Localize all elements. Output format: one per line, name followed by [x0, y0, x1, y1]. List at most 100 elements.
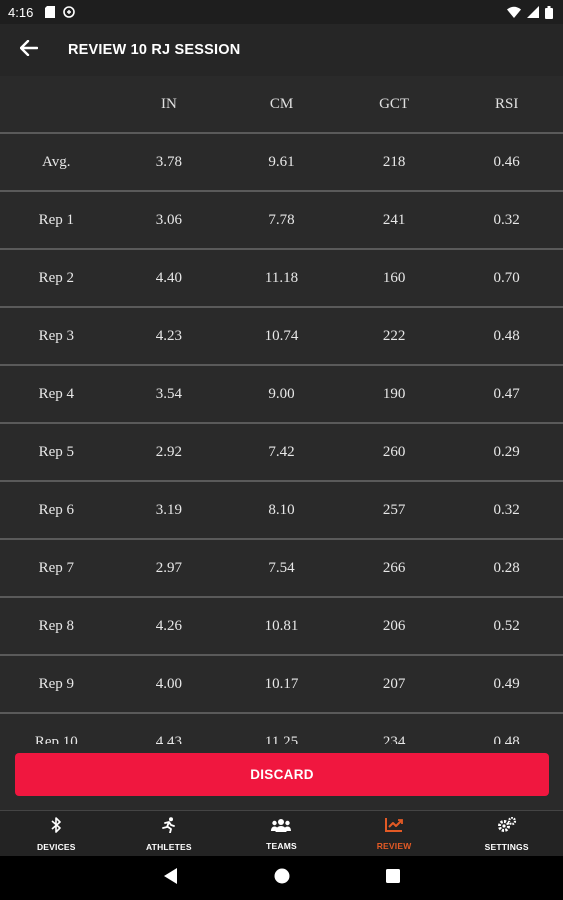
gears-icon — [497, 816, 517, 838]
row-label: Rep 3 — [38, 327, 74, 344]
table-body: Avg. 3.78 9.61 218 0.46 Rep 1 3.06 7.78 241 0.32 R… — [0, 134, 563, 744]
value-cm: 10.17 — [264, 675, 299, 692]
row-label: Rep 7 — [38, 559, 74, 576]
table-row[interactable]: Rep 1 3.06 7.78 241 0.32 — [0, 192, 563, 250]
nav-label-athletes: ATHLETES — [145, 841, 192, 852]
value-rsi: 0.29 — [493, 443, 520, 460]
value-gct: 241 — [382, 211, 406, 228]
value-cm: 7.54 — [268, 559, 295, 576]
value-in: 4.40 — [155, 269, 183, 286]
value-gct: 207 — [382, 675, 406, 692]
row-label: Rep 1 — [38, 211, 74, 228]
value-in: 4.00 — [155, 675, 183, 692]
row-label: Avg. — [42, 153, 71, 170]
value-gct: 206 — [382, 617, 406, 634]
row-label: Rep 10 — [34, 733, 78, 745]
value-cm: 7.78 — [268, 211, 295, 228]
page-title: REVIEW 10 RJ SESSION — [68, 42, 241, 58]
value-rsi: 0.49 — [493, 675, 520, 692]
value-gct: 260 — [382, 443, 406, 460]
value-rsi: 0.52 — [493, 617, 520, 634]
nav-athletes[interactable]: ATHLETES — [113, 811, 226, 857]
row-label: Rep 4 — [38, 385, 74, 402]
bottom-navigation: DEVICES ATHLETES TEAMS REVIEW SETTINGS — [0, 810, 563, 857]
row-label: Rep 2 — [38, 269, 74, 286]
table-row[interactable]: Rep 8 4.26 10.81 206 0.52 — [0, 598, 563, 656]
column-header-in: IN — [160, 95, 177, 112]
home-circle-icon[interactable] — [274, 868, 290, 889]
value-cm: 9.61 — [268, 153, 295, 170]
value-cm: 11.18 — [264, 269, 299, 286]
table-row[interactable]: Rep 2 4.40 11.18 160 0.70 — [0, 250, 563, 308]
back-triangle-icon[interactable] — [163, 867, 178, 889]
value-gct: 190 — [382, 385, 406, 402]
nav-label-teams: TEAMS — [266, 840, 297, 851]
table-row[interactable]: Rep 5 2.92 7.42 260 0.29 — [0, 424, 563, 482]
signal-icon — [527, 6, 539, 18]
value-rsi: 0.46 — [493, 153, 520, 170]
value-gct: 218 — [382, 153, 406, 170]
value-gct: 160 — [382, 269, 406, 286]
value-cm: 8.10 — [268, 501, 295, 518]
results-table[interactable]: IN CM GCT RSI Avg. 3.78 9.61 218 0.46 Rep 1 3.… — [0, 76, 563, 744]
value-rsi: 0.70 — [493, 269, 520, 286]
value-in: 4.23 — [155, 327, 183, 344]
value-in: 2.92 — [155, 443, 183, 460]
column-header-cm: CM — [269, 95, 294, 112]
value-in: 4.26 — [155, 617, 183, 634]
value-cm: 10.81 — [264, 617, 299, 634]
sd-card-icon — [45, 6, 56, 18]
nav-devices[interactable]: DEVICES — [0, 811, 113, 857]
nav-label-devices: DEVICES — [36, 841, 76, 852]
value-cm: 11.25 — [264, 733, 299, 745]
row-label: Rep 6 — [38, 501, 74, 518]
table-row[interactable]: Rep 7 2.97 7.54 266 0.28 — [0, 540, 563, 598]
wifi-icon — [507, 6, 521, 18]
column-header-gct: GCT — [379, 95, 410, 112]
back-button[interactable] — [0, 24, 58, 76]
value-rsi: 0.32 — [493, 501, 520, 518]
status-bar: 4:16 — [0, 0, 563, 24]
value-rsi: 0.48 — [493, 327, 520, 344]
table-row[interactable]: Rep 9 4.00 10.17 207 0.49 — [0, 656, 563, 714]
nav-settings[interactable]: SETTINGS — [450, 811, 563, 857]
sync-icon — [63, 6, 76, 18]
value-cm: 7.42 — [268, 443, 295, 460]
running-icon — [161, 816, 177, 838]
table-row[interactable]: Avg. 3.78 9.61 218 0.46 — [0, 134, 563, 192]
value-cm: 9.00 — [268, 385, 295, 402]
value-in: 3.06 — [155, 211, 183, 228]
action-area: DISCARD — [0, 744, 563, 808]
value-gct: 222 — [382, 327, 406, 344]
value-in: 4.43 — [155, 733, 183, 745]
row-label: Rep 8 — [38, 617, 74, 634]
nav-label-review: REVIEW — [376, 841, 412, 851]
value-in: 3.78 — [155, 153, 183, 170]
system-navigation-bar — [0, 856, 563, 900]
status-time: 4:16 — [8, 4, 34, 20]
value-in: 3.54 — [155, 385, 183, 402]
value-gct: 257 — [382, 501, 406, 518]
value-gct: 234 — [382, 733, 406, 745]
row-label: Rep 5 — [38, 443, 74, 460]
column-header-rsi: RSI — [495, 95, 519, 112]
value-rsi: 0.48 — [493, 733, 520, 745]
nav-review[interactable]: REVIEW — [338, 811, 451, 857]
nav-teams[interactable]: TEAMS — [225, 811, 338, 857]
table-row[interactable]: Rep 3 4.23 10.74 222 0.48 — [0, 308, 563, 366]
row-label: Rep 9 — [38, 675, 74, 692]
value-in: 3.19 — [155, 501, 183, 518]
value-in: 2.97 — [155, 559, 183, 576]
recents-square-icon[interactable] — [385, 868, 400, 888]
battery-icon — [545, 5, 553, 19]
table-header: IN CM GCT RSI — [0, 76, 563, 134]
bluetooth-icon — [49, 816, 63, 838]
users-icon — [271, 818, 292, 837]
value-rsi: 0.32 — [493, 211, 520, 228]
table-row[interactable]: Rep 4 3.54 9.00 190 0.47 — [0, 366, 563, 424]
discard-button[interactable]: DISCARD — [15, 753, 549, 796]
nav-label-settings: SETTINGS — [484, 841, 529, 852]
table-row[interactable]: Rep 6 3.19 8.10 257 0.32 — [0, 482, 563, 540]
table-row[interactable]: Rep 10 4.43 11.25 234 0.48 — [0, 714, 563, 745]
value-cm: 10.74 — [264, 327, 299, 344]
